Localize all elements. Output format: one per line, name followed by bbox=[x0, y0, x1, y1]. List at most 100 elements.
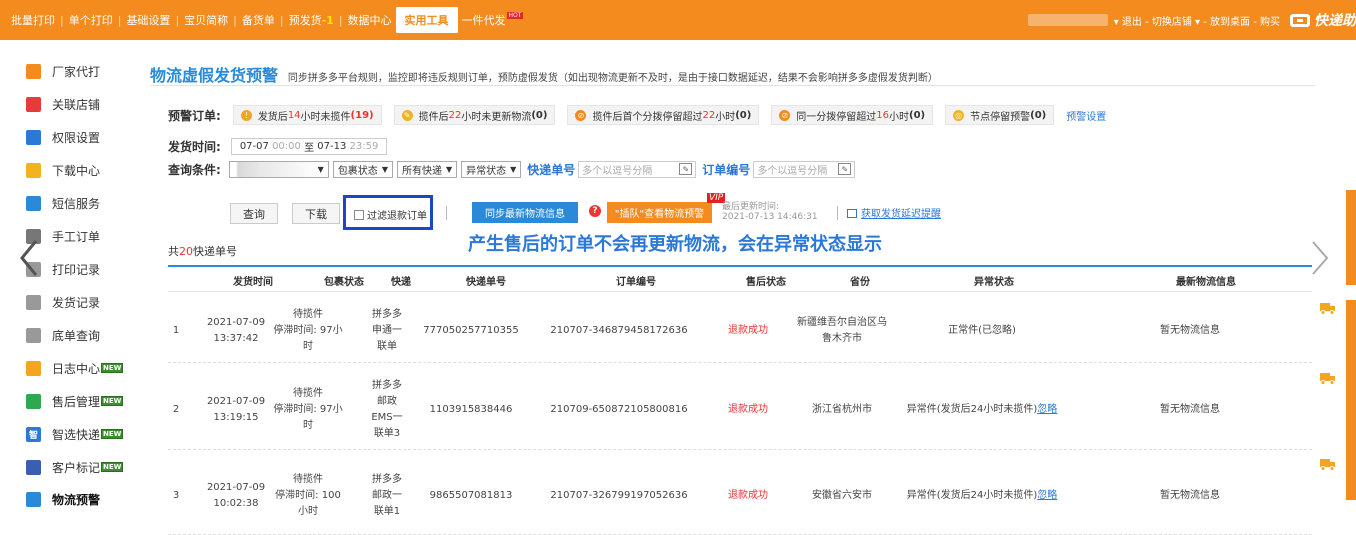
edit-icon[interactable]: ✎ bbox=[679, 163, 693, 175]
cell-line: 时 bbox=[303, 419, 313, 431]
table-row: 1 2021-07-09 13:37:42 待揽件 停滞时间: 97小时拼多多 申通一 联单… bbox=[168, 293, 1312, 363]
download-icon bbox=[26, 162, 41, 178]
warning-filter-4[interactable]: ⊘ 同一分拨停留超过 16 小时 (0) bbox=[771, 105, 934, 125]
cell-line: 拼多多 bbox=[372, 473, 402, 485]
warning-text-pre: 同一分拨停留超过 bbox=[796, 111, 877, 123]
sidebar-item-label: 短信服务 bbox=[52, 196, 101, 211]
side-panel-tab[interactable] bbox=[1346, 190, 1356, 285]
date-separator: 至 bbox=[304, 143, 315, 154]
express-company-select[interactable]: 所有快递 ▼ bbox=[396, 161, 458, 178]
download-button[interactable]: 下载 bbox=[292, 203, 340, 224]
sidebar-item-list[interactable]: 底单查询 bbox=[26, 325, 100, 345]
package-status-select[interactable]: 包裹状态 ▼ bbox=[332, 161, 393, 178]
nav-tab-data-center[interactable]: 数据中心 bbox=[348, 12, 392, 28]
sidebar-item-label: 下载中心 bbox=[52, 163, 101, 178]
sidebar-item-shop[interactable]: 关联店铺 bbox=[26, 94, 100, 114]
warning-settings-link[interactable]: 预警设置 bbox=[1066, 108, 1106, 123]
filter-refund-checkbox[interactable]: 过滤退款订单 bbox=[354, 207, 427, 222]
tracking-number-input[interactable]: 多个以逗号分隔 ✎ bbox=[578, 161, 697, 178]
warning-filter-5[interactable]: ◎ 节点停留预警 (0) bbox=[945, 105, 1055, 125]
checkbox[interactable] bbox=[354, 209, 364, 220]
tracking-number: 1103915838446 bbox=[429, 403, 513, 415]
cell-line: 停滞时间: 100 bbox=[275, 489, 341, 501]
nav-tab-item-alias[interactable]: 宝贝简称 bbox=[184, 12, 228, 28]
warning-filters: 预警订单: ! 发货后 14 小时未揽件 (19) ✎ 揽件后 22 小时未更新物流 (0) ⊘ 揽件… bbox=[168, 105, 1106, 125]
message-icon bbox=[26, 195, 41, 211]
warning-text-post: 小时 bbox=[715, 111, 736, 123]
sidebar-item-log[interactable]: 日志中心 NEW bbox=[26, 358, 124, 378]
sidebar-item-label: 打印记录 bbox=[52, 262, 101, 277]
edit-icon[interactable]: ✎ bbox=[838, 163, 852, 175]
exception-status: 异常件(发货后24小时未揽件)忽略 bbox=[907, 488, 1058, 504]
nav-tab-tools[interactable]: 实用工具 bbox=[395, 7, 458, 33]
ship-time: 2021-07-09 13:19:15 bbox=[207, 394, 265, 426]
sidebar-item-lock[interactable]: 权限设置 bbox=[26, 127, 100, 147]
sidebar-item-warning[interactable]: 物流预警 bbox=[26, 489, 100, 509]
nav-tab-dropship[interactable]: 一件代发 HOT bbox=[462, 12, 524, 28]
sync-logistics-button[interactable]: 同步最新物流信息 bbox=[472, 202, 578, 223]
nav-tab-label: 一件代发 bbox=[461, 14, 506, 27]
nav-tab-stock-list[interactable]: 备货单 bbox=[242, 12, 275, 28]
delay-reminder-label: 获取发货延迟提醒 bbox=[861, 209, 941, 220]
sidebar-item-smart[interactable]: 智智选快递 NEW bbox=[26, 424, 124, 444]
top-navigation-bar: 批量打印 | 单个打印 | 基础设置 | 宝贝简称 | 备货单 | 预发货-1 | 数据中心 实用工具 一件… bbox=[0, 0, 1356, 40]
sidebar-item-printer[interactable]: 厂家代打 bbox=[26, 61, 100, 81]
nav-tab-basic-settings[interactable]: 基础设置 bbox=[126, 12, 170, 28]
cell-line: 邮政 bbox=[377, 395, 397, 407]
last-update-info: 最后更新时间: 2021-07-13 14:46:31 bbox=[722, 202, 818, 222]
warning-icon bbox=[26, 491, 41, 507]
priority-view-button[interactable]: "插队"查看物流预警 bbox=[607, 202, 712, 223]
warning-filter-2[interactable]: ✎ 揽件后 22 小时未更新物流 (0) bbox=[393, 105, 556, 125]
help-icon[interactable]: ? bbox=[589, 205, 601, 217]
order-number: 210707-346879458172636 bbox=[550, 325, 688, 336]
warning-text-post: 小时未揽件 bbox=[300, 111, 351, 123]
ship-date: 2021-07-09 bbox=[206, 395, 266, 407]
latest-logistics: 暂无物流信息 bbox=[1160, 325, 1220, 336]
account-links[interactable]: ▾ 退出 - 切换店铺 ▾ - 放到桌面 - 购买 bbox=[1114, 13, 1280, 28]
express-company-value: 所有快递 bbox=[401, 166, 442, 177]
nav-tab-batch-print[interactable]: 批量打印 bbox=[11, 12, 55, 28]
ignore-link[interactable]: 忽略 bbox=[1037, 404, 1057, 415]
ignore-link[interactable]: 忽略 bbox=[1037, 490, 1057, 501]
delay-reminder-link[interactable]: 获取发货延迟提醒 bbox=[847, 205, 941, 220]
exception-status-select[interactable]: 异常状态 ▼ bbox=[461, 161, 522, 178]
shop-select-blurred[interactable]: ▼ bbox=[228, 161, 329, 178]
nav-tab-single-print[interactable]: 单个打印 bbox=[69, 12, 113, 28]
column-header: 订单编号 bbox=[616, 277, 656, 288]
sidebar-item-shipping-record[interactable]: 发货记录 bbox=[26, 292, 100, 312]
new-badge: NEW bbox=[101, 363, 124, 373]
sidebar-item-customer[interactable]: 客户标记 NEW bbox=[26, 457, 124, 477]
nav-tab-label: 实用工具 bbox=[404, 14, 449, 27]
pencil-icon: ✎ bbox=[401, 109, 413, 121]
carousel-right-arrow-icon[interactable] bbox=[1305, 238, 1335, 278]
sidebar-item-download[interactable]: 下载中心 bbox=[26, 160, 100, 180]
truck-icon[interactable] bbox=[1320, 458, 1336, 471]
date-from: 07-07 bbox=[239, 141, 269, 152]
order-number-input[interactable]: 多个以逗号分隔 ✎ bbox=[753, 161, 856, 178]
nav-separator: | bbox=[175, 13, 180, 27]
query-button[interactable]: 查询 bbox=[230, 203, 278, 224]
warning-filter-1[interactable]: ! 发货后 14 小时未揽件 (19) bbox=[232, 105, 382, 125]
nav-tab-label: 批量打印 bbox=[11, 14, 55, 27]
side-panel-tab[interactable] bbox=[1346, 300, 1356, 500]
table-header: 发货时间 包裹状态 快递 快递单号 订单编号 售后状态 省份 异常状态 最新物流信息 bbox=[168, 267, 1312, 292]
cell-line: 待揽件 bbox=[293, 387, 323, 399]
truck-icon[interactable] bbox=[1320, 302, 1336, 315]
nav-tab-pre-ship[interactable]: 预发货-1 bbox=[289, 12, 334, 28]
cell-line: EMS一 bbox=[371, 411, 403, 423]
cell-line: 申通一 bbox=[372, 325, 402, 336]
tracking-number: 9865507081813 bbox=[429, 489, 513, 501]
ship-clock: 13:37:42 bbox=[213, 333, 259, 344]
sidebar-item-message[interactable]: 短信服务 bbox=[26, 193, 100, 213]
truck-icon[interactable] bbox=[1320, 372, 1336, 385]
carousel-left-arrow-icon[interactable] bbox=[14, 237, 46, 279]
calendar-icon bbox=[847, 209, 857, 218]
row-index: 3 bbox=[172, 489, 180, 501]
date-range-input[interactable]: 07-07 00:00 至 07-13 23:59 bbox=[230, 138, 388, 155]
tracking-number-label: 快递单号 bbox=[527, 163, 576, 177]
chevron-down-icon: ▼ bbox=[317, 165, 324, 174]
sidebar-item-aftersale[interactable]: 售后管理 NEW bbox=[26, 391, 124, 411]
shipping-record-icon bbox=[26, 294, 41, 310]
warning-filter-3[interactable]: ⊘ 揽件后首个分拨停留超过 22 小时 (0) bbox=[567, 105, 760, 125]
ship-date: 2021-07-09 bbox=[206, 317, 266, 328]
